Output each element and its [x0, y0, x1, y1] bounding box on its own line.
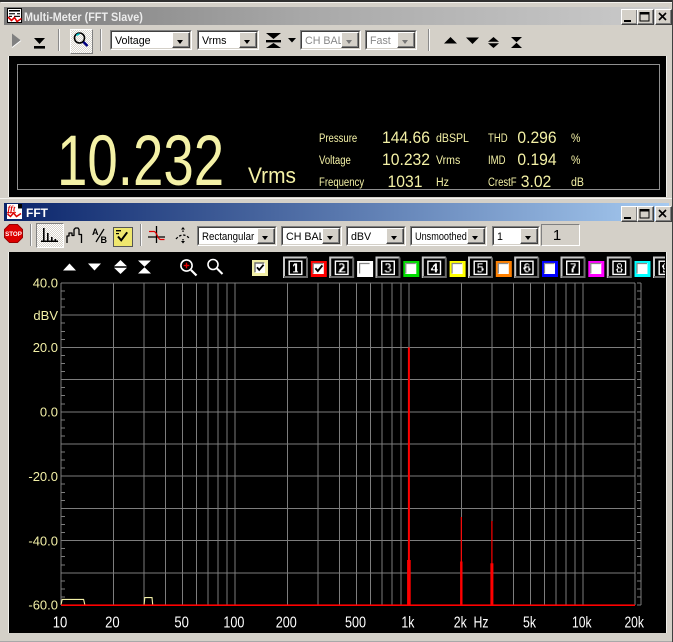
- svg-text:-20.0: -20.0: [28, 469, 58, 484]
- svg-text:5k: 5k: [523, 615, 537, 632]
- svg-text:10k: 10k: [572, 615, 592, 632]
- svg-text:STOP: STOP: [5, 231, 22, 238]
- svg-text:fft: fft: [8, 204, 17, 214]
- svg-text:2k: 2k: [454, 615, 468, 632]
- svg-text:dBV: dBV: [33, 308, 58, 323]
- svg-text:200: 200: [276, 615, 297, 632]
- svg-text:40.0: 40.0: [33, 276, 58, 291]
- svg-text:10: 10: [53, 615, 68, 632]
- svg-text:20: 20: [105, 615, 120, 632]
- svg-text:0.0: 0.0: [40, 405, 58, 420]
- svg-text:-40.0: -40.0: [28, 533, 58, 548]
- svg-text:A: A: [92, 227, 99, 237]
- svg-text:20k: 20k: [624, 615, 644, 632]
- svg-text:Hz: Hz: [474, 615, 489, 632]
- svg-text:20.0: 20.0: [33, 340, 58, 355]
- svg-text:B: B: [101, 235, 108, 245]
- svg-text:-60.0: -60.0: [28, 598, 58, 613]
- svg-text:50: 50: [174, 615, 189, 632]
- svg-text:500: 500: [345, 615, 366, 632]
- svg-text:1k: 1k: [401, 615, 415, 632]
- svg-text:100: 100: [223, 615, 244, 632]
